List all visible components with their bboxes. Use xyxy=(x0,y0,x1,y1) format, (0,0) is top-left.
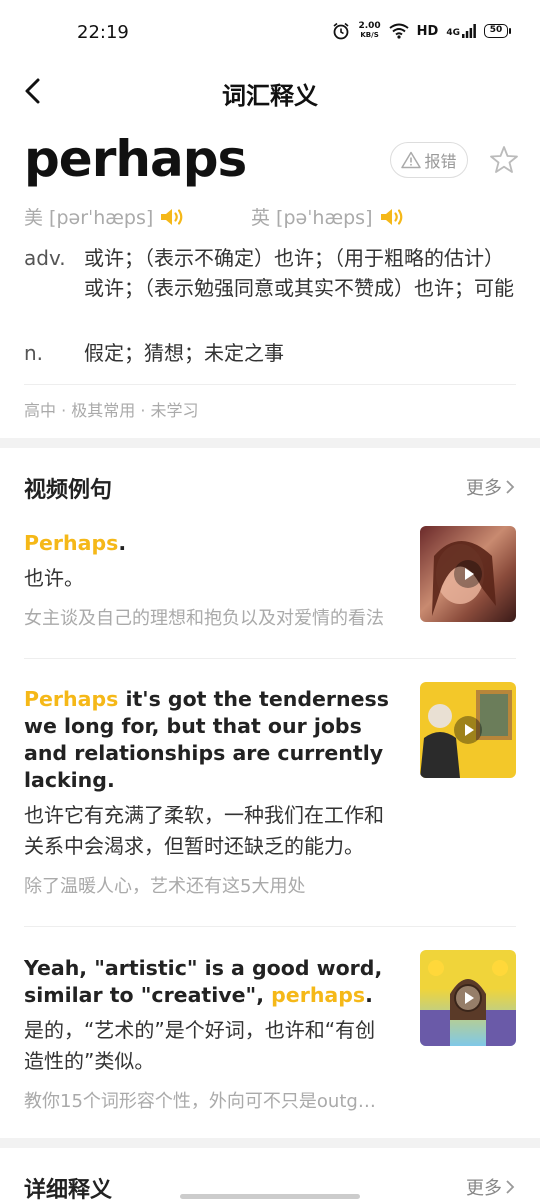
definition-row: adv. 或许；（表示不确定）也许；（用于粗略的估计）或许；（表示勉强同意或其实… xyxy=(24,243,524,303)
section-separator xyxy=(0,1138,540,1148)
example-source: 女主谈及自己的理想和抱负以及对爱情的看法 xyxy=(24,608,384,629)
example-english: Yeah, "artistic" is a good word, similar… xyxy=(24,956,383,1007)
play-icon xyxy=(454,560,482,588)
example-english: Perhaps it's got the tenderness we long … xyxy=(24,687,389,792)
signal-bars-icon xyxy=(462,24,476,38)
star-icon[interactable] xyxy=(488,144,520,176)
chevron-right-icon xyxy=(506,1180,515,1194)
divider xyxy=(24,658,516,659)
uk-pronunciation: 英 [pəˈhæps] xyxy=(251,203,407,230)
video-section-title: 视频例句 xyxy=(24,478,113,503)
play-icon xyxy=(454,716,482,744)
hd-indicator: HD xyxy=(416,23,439,39)
network-speed: 2.00 KB/S xyxy=(358,21,381,40)
example-source: 教你15个词形容个性，外向可不只是outgoing xyxy=(24,1091,384,1112)
example-english: Perhaps. xyxy=(24,531,127,555)
example-chinese: 也许它有充满了柔软，一种我们在工作和关系中会渴求，但暂时还缺乏的能力。 xyxy=(24,803,384,858)
wifi-icon xyxy=(389,23,409,39)
example-source: 除了温暖人心，艺术还有这5大用处 xyxy=(24,876,306,897)
example-chinese: 也许。 xyxy=(24,566,84,590)
uk-phonetic: 英 [pəˈhæps] xyxy=(251,207,373,229)
speaker-icon-uk[interactable] xyxy=(379,206,407,228)
chevron-right-icon xyxy=(506,480,515,494)
definition-text: 或许；（表示不确定）也许；（用于粗略的估计）或许；（表示勉强同意或其实不赞成）也… xyxy=(84,246,514,300)
us-phonetic: 美 [pərˈhæps] xyxy=(24,207,154,229)
divider xyxy=(24,384,516,385)
nav-bar: 词汇释义 xyxy=(0,68,540,116)
word-tags: 高中 · 极其常用 · 未学习 xyxy=(24,401,199,420)
detail-more-link[interactable]: 更多 xyxy=(466,1174,516,1200)
part-of-speech: adv. xyxy=(24,246,66,270)
signal-indicator: 4G xyxy=(446,24,476,38)
status-icons: 2.00 KB/S HD 4G 50 xyxy=(332,21,511,40)
video-more-link[interactable]: 更多 xyxy=(466,474,516,500)
status-time: 22:19 xyxy=(77,22,129,43)
report-error-button[interactable]: 报错 xyxy=(390,142,468,178)
definition-row: n. 假定；猜想；未定之事 xyxy=(24,338,524,368)
us-pronunciation: 美 [pərˈhæps] xyxy=(24,203,187,230)
section-separator xyxy=(0,438,540,448)
headword: perhaps xyxy=(24,130,247,188)
part-of-speech: n. xyxy=(24,341,44,365)
status-bar: 22:19 2.00 KB/S HD 4G 50 xyxy=(0,0,540,68)
page-title: 词汇释义 xyxy=(222,82,318,110)
home-indicator[interactable] xyxy=(180,1194,360,1199)
battery-indicator: 50 xyxy=(484,24,511,38)
warning-icon xyxy=(401,151,422,169)
detail-section-title: 详细释义 xyxy=(24,1178,113,1200)
divider xyxy=(24,926,516,927)
speaker-icon-us[interactable] xyxy=(159,206,187,228)
alarm-icon xyxy=(333,22,349,40)
video-thumbnail[interactable] xyxy=(420,682,516,778)
play-icon xyxy=(454,984,482,1012)
definition-text: 假定；猜想；未定之事 xyxy=(84,341,284,365)
video-thumbnail[interactable] xyxy=(420,526,516,622)
report-error-label: 报错 xyxy=(424,152,457,171)
example-chinese: 是的，“艺术的”是个好词，也许和“有创造性的”类似。 xyxy=(24,1018,376,1073)
video-thumbnail[interactable] xyxy=(420,950,516,1046)
